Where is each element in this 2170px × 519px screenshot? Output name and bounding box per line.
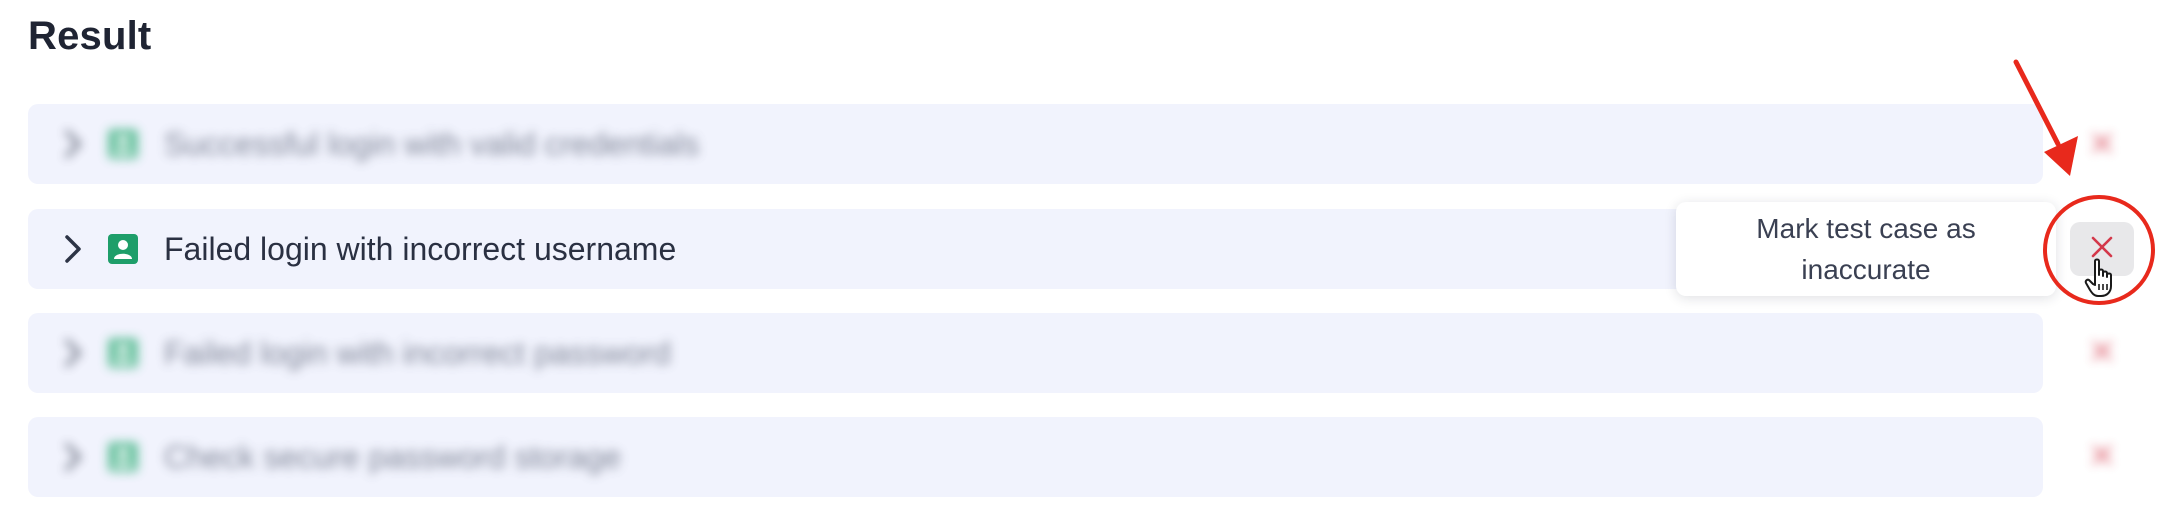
user-badge-icon bbox=[108, 129, 138, 159]
chevron-right-icon[interactable] bbox=[58, 124, 88, 164]
test-case-label: Failed login with incorrect password bbox=[164, 334, 671, 371]
result-panel: Result Successful login with valid crede… bbox=[0, 0, 2170, 519]
tooltip-text: Mark test case as inaccurate bbox=[1756, 213, 1976, 285]
annotation-arrow bbox=[2000, 54, 2080, 183]
hand-pointer-icon bbox=[2084, 258, 2118, 303]
test-case-label: Failed login with incorrect username bbox=[164, 230, 677, 267]
close-icon bbox=[2091, 444, 2113, 471]
user-badge-icon bbox=[108, 338, 138, 368]
chevron-right-icon[interactable] bbox=[58, 229, 88, 269]
chevron-right-icon[interactable] bbox=[58, 333, 88, 373]
mark-inaccurate-button[interactable] bbox=[2070, 326, 2134, 380]
page-title: Result bbox=[28, 14, 152, 58]
close-icon bbox=[2091, 132, 2113, 159]
user-badge-icon bbox=[108, 442, 138, 472]
mark-inaccurate-button[interactable] bbox=[2070, 430, 2134, 484]
test-case-label: Successful login with valid credentials bbox=[164, 125, 700, 162]
test-case-row[interactable]: Successful login with valid credentials bbox=[28, 104, 2043, 184]
test-case-row[interactable]: Check secure password storage bbox=[28, 417, 2043, 497]
tooltip: Mark test case as inaccurate bbox=[1676, 202, 2056, 296]
test-case-label: Check secure password storage bbox=[164, 438, 622, 475]
close-icon bbox=[2091, 340, 2113, 367]
test-case-row[interactable]: Failed login with incorrect password bbox=[28, 313, 2043, 393]
chevron-right-icon[interactable] bbox=[58, 437, 88, 477]
user-badge-icon bbox=[108, 234, 138, 264]
